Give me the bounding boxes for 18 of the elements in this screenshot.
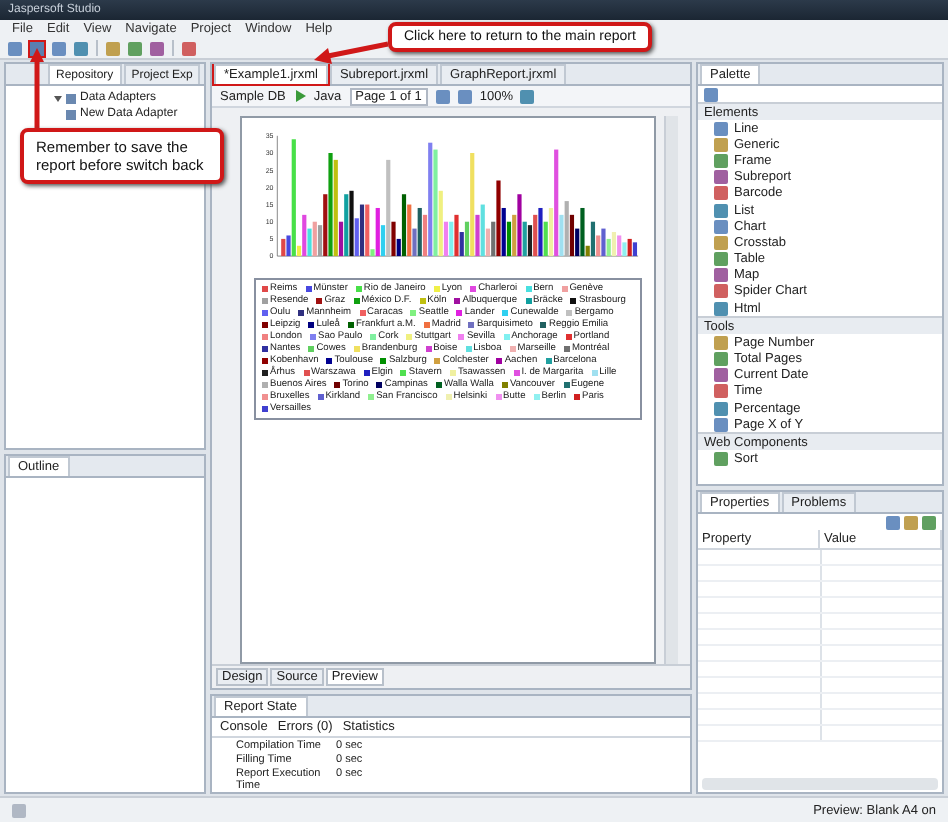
arrow (30, 48, 44, 128)
arrow (314, 41, 389, 64)
print-icon[interactable] (74, 41, 88, 55)
adapter-icon (66, 109, 76, 119)
select-icon[interactable] (704, 87, 718, 101)
new-icon[interactable] (8, 41, 22, 55)
toolbar-icon[interactable] (182, 41, 196, 55)
status-icon (12, 803, 26, 817)
scrollbar[interactable] (664, 116, 678, 664)
run-icon[interactable] (293, 90, 306, 102)
zoom-in-icon[interactable] (435, 89, 450, 103)
save-all-icon[interactable] (52, 41, 66, 55)
toolbar-icon[interactable] (520, 89, 535, 103)
expand-arrow-icon[interactable] (54, 94, 62, 102)
element-icon (714, 451, 728, 466)
scrollbar[interactable] (702, 778, 938, 790)
folder-icon (66, 93, 76, 103)
zoom-out-icon[interactable] (457, 89, 472, 103)
